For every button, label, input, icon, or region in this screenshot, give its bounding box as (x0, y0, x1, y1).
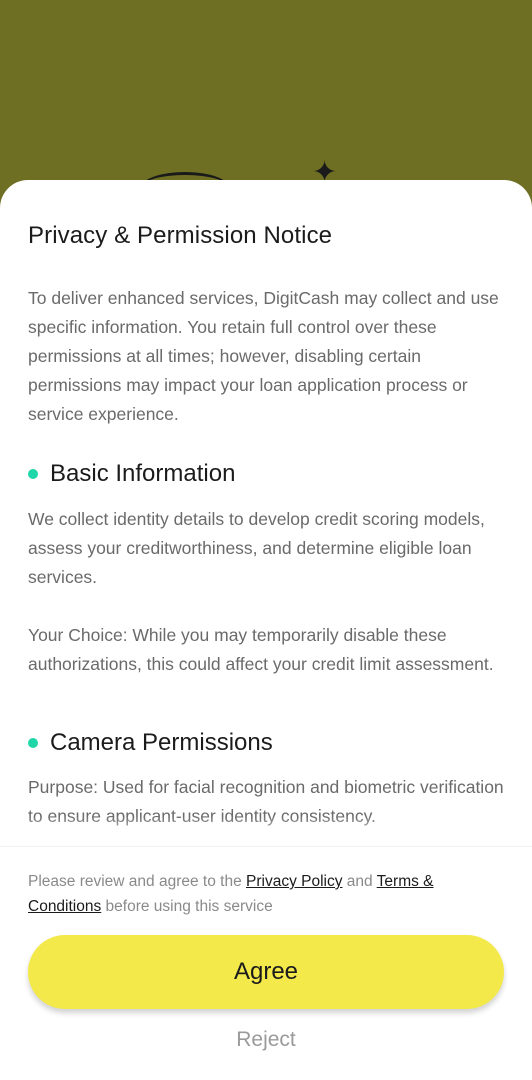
basic-info-paragraph: We collect identity details to develop c… (28, 509, 485, 587)
agree-button[interactable]: Agree (28, 935, 504, 1009)
consent-prefix: Please review and agree to the (28, 873, 246, 890)
basic-info-choice-paragraph: Your Choice: While you may temporarily d… (28, 625, 494, 674)
consent-text: Please review and agree to the Privacy P… (28, 869, 508, 919)
section-heading-label: Camera Permissions (50, 729, 273, 756)
reject-button[interactable]: Reject (166, 1023, 366, 1057)
section-heading-basic-information: Basic Information (28, 460, 235, 488)
privacy-policy-link[interactable]: Privacy Policy (246, 873, 342, 890)
consent-suffix: before using this service (101, 898, 273, 915)
scroll-fade-overlay (0, 816, 532, 846)
notice-intro: To deliver enhanced services, DigitCash … (28, 288, 499, 424)
notice-scroll-area[interactable]: Privacy & Permission Notice To deliver e… (0, 180, 532, 846)
bullet-dot-icon (28, 738, 38, 748)
section-heading-label: Basic Information (50, 460, 236, 487)
section-heading-camera-permissions: Camera Permissions (28, 729, 273, 757)
consent-and: and (342, 873, 377, 890)
bullet-dot-icon (28, 469, 38, 479)
consent-footer: Please review and agree to the Privacy P… (0, 846, 532, 1080)
permission-notice-sheet: Privacy & Permission Notice To deliver e… (0, 180, 532, 1080)
notice-title: Privacy & Permission Notice (28, 222, 333, 249)
